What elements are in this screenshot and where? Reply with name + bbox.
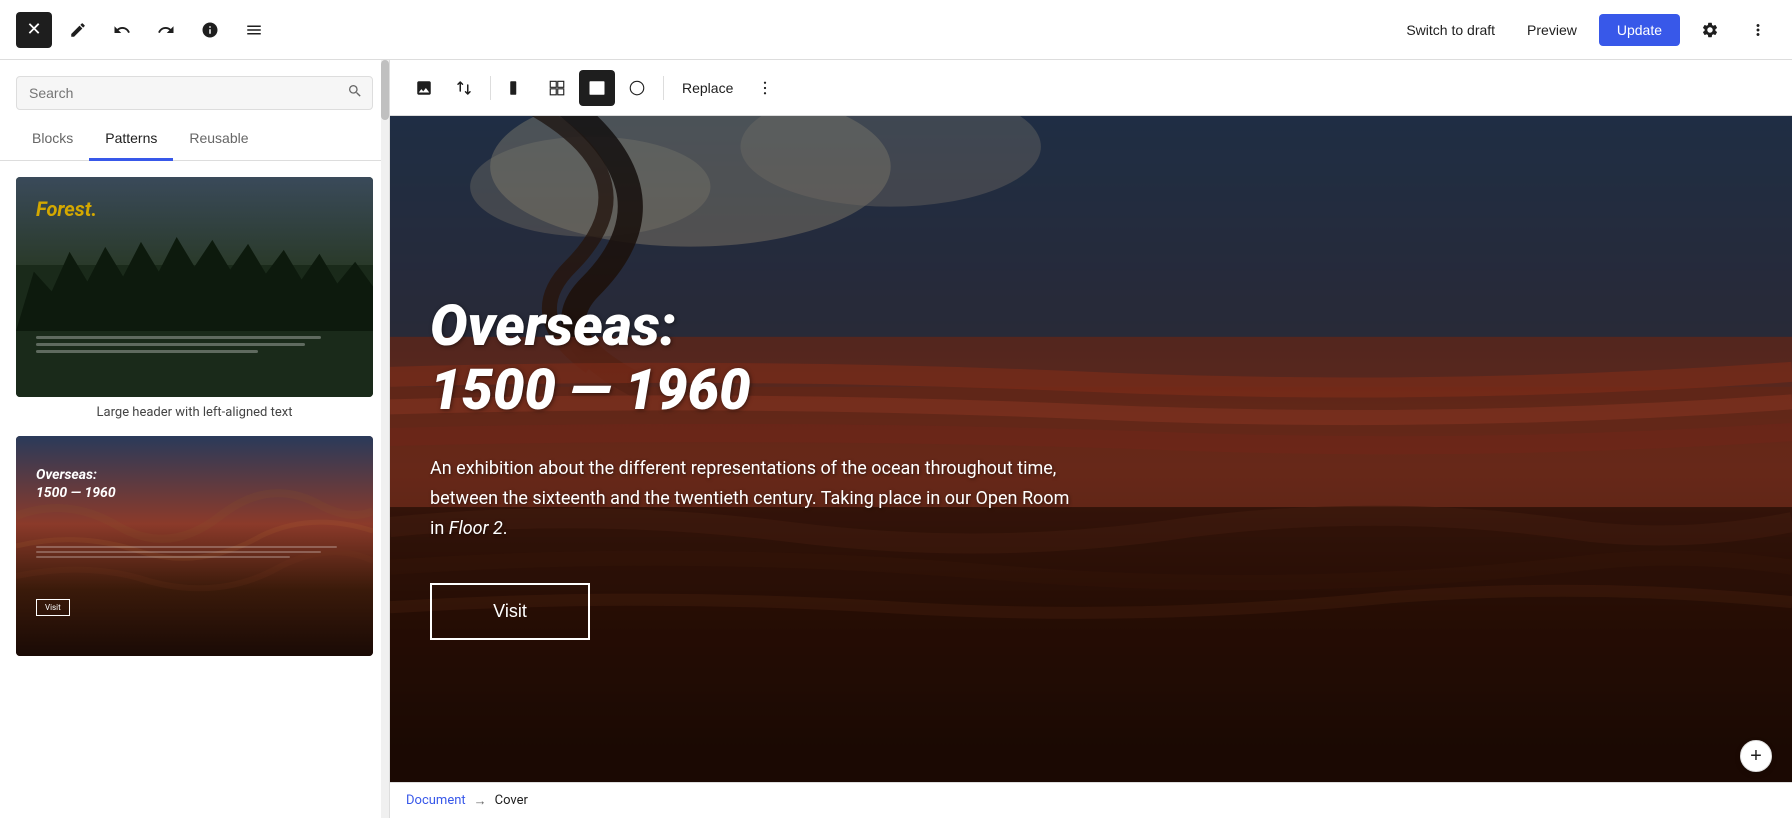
redo-icon	[157, 21, 175, 39]
forest-text-line-3	[36, 350, 258, 353]
overseas-thumb-visit: Visit	[36, 599, 70, 616]
info-icon	[201, 21, 219, 39]
block-toolbar: Replace	[390, 60, 1792, 116]
cover-description: An exhibition about the different repres…	[430, 454, 1070, 543]
info-button[interactable]	[192, 12, 228, 48]
more-options-icon	[1749, 21, 1767, 39]
canvas: Overseas:1500 — 1960 An exhibition about…	[390, 116, 1792, 818]
forest-pattern-label: Large header with left-aligned text	[16, 405, 373, 420]
toolbar-divider-2	[663, 76, 664, 100]
forest-title-text: Forest.	[36, 197, 97, 221]
list-button[interactable]	[236, 12, 272, 48]
replace-button[interactable]: Replace	[672, 74, 743, 102]
body-line-1	[36, 546, 337, 548]
search-input-wrap	[16, 76, 373, 110]
cover-block[interactable]: Overseas:1500 — 1960 An exhibition about…	[390, 116, 1792, 818]
undo-icon	[113, 21, 131, 39]
editor-area: Replace	[390, 60, 1792, 818]
pen-icon	[69, 21, 87, 39]
cover-content: Overseas:1500 — 1960 An exhibition about…	[390, 116, 1792, 818]
overseas-thumbnail[interactable]: Overseas:1500 — 1960 Visit	[16, 436, 373, 656]
tab-reusable[interactable]: Reusable	[173, 118, 264, 161]
redo-button[interactable]	[148, 12, 184, 48]
main-layout: Blocks Patterns Reusable Forest.	[0, 60, 1792, 818]
forest-bg: Forest.	[16, 177, 373, 397]
tabs: Blocks Patterns Reusable	[0, 118, 389, 161]
search-input[interactable]	[16, 76, 373, 110]
pen-button[interactable]	[60, 12, 96, 48]
forest-text-lines	[36, 336, 353, 357]
grid-icon	[548, 79, 566, 97]
forest-text-line-2	[36, 343, 305, 346]
search-icon	[347, 83, 363, 103]
visit-button[interactable]: Visit	[430, 583, 590, 640]
align-left-icon	[508, 79, 526, 97]
forest-sky	[16, 177, 373, 265]
body-line-3	[36, 556, 290, 558]
more-block-icon	[756, 79, 774, 97]
more-block-options-button[interactable]	[747, 70, 783, 106]
update-button[interactable]: Update	[1599, 14, 1680, 46]
list-item[interactable]: Forest. Large header with left-aligned t…	[16, 177, 373, 420]
full-width-icon	[588, 79, 606, 97]
list-item[interactable]: Overseas:1500 — 1960 Visit	[16, 436, 373, 656]
align-left-button[interactable]	[499, 70, 535, 106]
settings-icon	[1701, 21, 1719, 39]
preview-button[interactable]: Preview	[1517, 16, 1587, 44]
settings-button[interactable]	[1692, 12, 1728, 48]
switch-to-draft-button[interactable]: Switch to draft	[1396, 16, 1505, 44]
top-bar: ✕ Switch to draft Preview Update	[0, 0, 1792, 60]
close-icon: ✕	[26, 19, 41, 40]
sidebar-scroll-thumb[interactable]	[381, 60, 389, 120]
wide-icon	[628, 79, 646, 97]
grid-view-button[interactable]	[539, 70, 575, 106]
tab-blocks[interactable]: Blocks	[16, 118, 89, 161]
forest-text-line-1	[36, 336, 321, 339]
list-icon	[245, 21, 263, 39]
overseas-body-lines	[36, 546, 353, 561]
sidebar-scroll-track[interactable]	[381, 60, 389, 818]
full-width-button[interactable]	[579, 70, 615, 106]
overseas-thumb-title: Overseas:1500 — 1960	[36, 466, 116, 502]
image-icon	[415, 79, 433, 97]
top-bar-right: Switch to draft Preview Update	[1396, 12, 1776, 48]
sidebar: Blocks Patterns Reusable Forest.	[0, 60, 390, 818]
pattern-list: Forest. Large header with left-aligned t…	[0, 161, 389, 818]
undo-button[interactable]	[104, 12, 140, 48]
body-line-2	[36, 551, 321, 553]
tab-patterns[interactable]: Patterns	[89, 118, 173, 161]
move-updown-icon	[455, 79, 473, 97]
toolbar-divider-1	[490, 76, 491, 100]
top-bar-left: ✕	[16, 12, 272, 48]
close-button[interactable]: ✕	[16, 12, 52, 48]
cover-title: Overseas:1500 — 1960	[430, 294, 1732, 423]
image-block-button[interactable]	[406, 70, 442, 106]
search-area	[0, 60, 389, 118]
move-up-down-button[interactable]	[446, 70, 482, 106]
forest-thumbnail[interactable]: Forest.	[16, 177, 373, 397]
wide-button[interactable]	[619, 70, 655, 106]
overseas-bg: Overseas:1500 — 1960 Visit	[16, 436, 373, 656]
more-options-button[interactable]	[1740, 12, 1776, 48]
